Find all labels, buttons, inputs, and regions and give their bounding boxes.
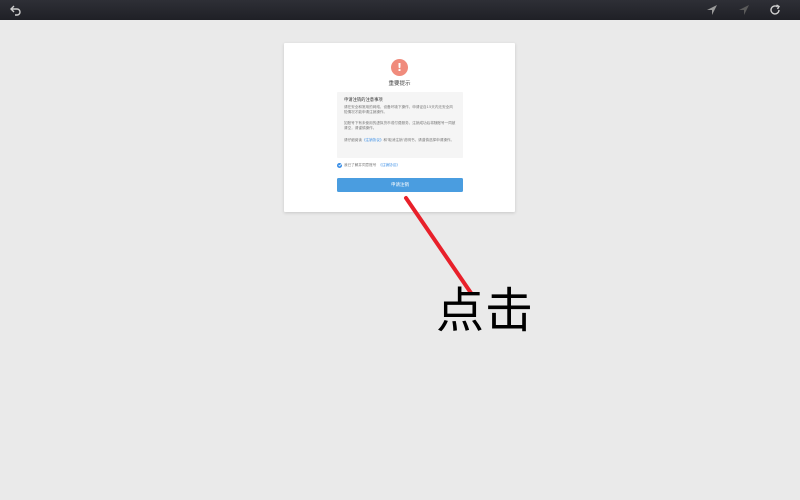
- agree-checkbox-row[interactable]: 我已了解并同意账号 《注销协议》: [337, 162, 400, 168]
- top-toolbar: [0, 0, 800, 20]
- notice-paragraph-1: 请在安全和常用的网络、设备环境下操作，申请证自15天内无安全风险情况才能申请注销…: [344, 105, 453, 114]
- refresh-button[interactable]: [767, 2, 783, 18]
- notice-paragraph-3-suffix: 和‘取消注销’说明书，请谨慎选择申请操作。: [383, 138, 455, 142]
- checkmark-icon: [337, 163, 342, 167]
- undo-arrow-icon: [10, 5, 21, 16]
- agree-agreement-link[interactable]: 《注销协议》: [378, 163, 400, 168]
- agree-text: 我已了解并同意账号: [344, 162, 377, 167]
- notice-paragraph-3: 请仔细阅读《注销协议》和‘取消注销’说明书，请谨慎选择申请操作。: [344, 138, 456, 143]
- refresh-icon: [770, 4, 780, 15]
- cancellation-agreement-link[interactable]: 《注销协议》: [362, 138, 384, 142]
- back-button[interactable]: [8, 2, 24, 18]
- agree-checkbox[interactable]: [337, 162, 342, 168]
- pin-disabled-icon: [739, 5, 749, 15]
- annotation-line: [404, 196, 473, 295]
- apply-cancellation-button[interactable]: 申请注销: [337, 178, 463, 192]
- dialog-title: 重要提示: [388, 81, 411, 87]
- notice-paragraph-2: 如账号下有未使用的虚拟货币或付费服务，注销成功后将随账号一同被清空，请谨慎操作。: [344, 121, 456, 130]
- exclamation-icon: !: [391, 59, 408, 76]
- important-notice-dialog: ! 重要提示 申请注销的注意事项 请在安全和常用的网络、设备环境下操作，申请证自…: [284, 43, 515, 212]
- notice-box: 申请注销的注意事项 请在安全和常用的网络、设备环境下操作，申请证自15天内无安全…: [337, 92, 463, 158]
- annotation-text: 点击: [436, 283, 535, 339]
- notice-heading: 申请注销的注意事项: [344, 98, 383, 103]
- pin-button[interactable]: [704, 2, 720, 18]
- notice-paragraph-3-prefix: 请仔细阅读: [344, 138, 362, 142]
- pin-icon: [707, 5, 717, 15]
- pin-disabled-button[interactable]: [736, 2, 752, 18]
